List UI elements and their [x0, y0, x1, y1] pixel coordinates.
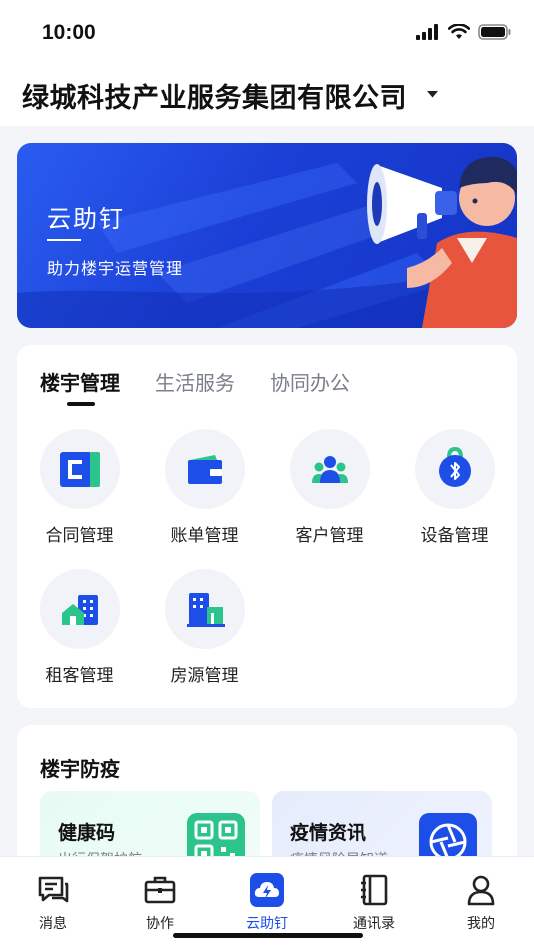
health-code-title: 健康码	[58, 822, 116, 844]
customers-icon	[289, 429, 370, 509]
briefcase-icon	[144, 876, 176, 904]
promo-banner[interactable]: 云助钉 助力楼宇运营管理	[17, 143, 517, 328]
profile-icon	[467, 875, 495, 906]
active-tab-indicator	[67, 402, 95, 406]
category-tabs: 楼宇管理 生活服务 协同办公	[40, 367, 385, 396]
status-bar: 10:00	[0, 0, 534, 66]
feature-label: 设备管理	[420, 526, 489, 546]
nav-label: 我的	[467, 916, 495, 932]
building-management-card: 楼宇管理 生活服务 协同办公 合同管理 账单管理 客户管理 设备管理 租客管理 …	[17, 345, 517, 708]
banner-title: 云助钉	[47, 205, 125, 233]
building-icon	[164, 569, 245, 649]
org-name: 绿城科技产业服务集团有限公司	[22, 83, 407, 114]
feature-label: 账单管理	[170, 526, 239, 546]
home-indicator[interactable]	[173, 933, 363, 938]
cloud-bolt-icon	[250, 873, 284, 907]
signal-icon	[416, 24, 438, 40]
status-icons	[416, 24, 512, 40]
tab-life-services[interactable]: 生活服务	[155, 367, 235, 396]
feature-device-management[interactable]: 设备管理	[392, 429, 517, 546]
tab-collaborative-office[interactable]: 协同办公	[270, 367, 350, 396]
banner-divider	[47, 239, 81, 241]
feature-label: 房源管理	[170, 666, 239, 686]
battery-icon	[478, 24, 511, 40]
section-title: 楼宇防疫	[40, 757, 120, 781]
feature-label: 租客管理	[45, 666, 114, 686]
contract-icon	[39, 429, 120, 509]
feature-label: 合同管理	[45, 526, 114, 546]
feature-label: 客户管理	[295, 526, 364, 546]
status-time: 10:00	[42, 21, 96, 44]
wallet-icon	[164, 429, 245, 509]
bluetooth-device-icon	[414, 429, 495, 509]
nav-label: 云助钉	[246, 916, 288, 932]
feature-bill-management[interactable]: 账单管理	[142, 429, 267, 546]
epidemic-news-title: 疫情资讯	[290, 822, 367, 844]
tenant-house-icon	[39, 569, 120, 649]
org-switcher[interactable]: 绿城科技产业服务集团有限公司	[0, 66, 534, 126]
contacts-book-icon	[361, 874, 388, 906]
megaphone-person-illustration	[367, 156, 517, 328]
wifi-icon	[448, 24, 470, 39]
tab-building-management[interactable]: 楼宇管理	[40, 367, 120, 396]
message-icon	[38, 876, 69, 903]
nav-label: 通讯录	[353, 916, 395, 932]
feature-property-management[interactable]: 房源管理	[142, 569, 267, 686]
feature-customer-management[interactable]: 客户管理	[267, 429, 392, 546]
caret-down-icon[interactable]	[427, 91, 438, 98]
feature-tenant-management[interactable]: 租客管理	[17, 569, 142, 686]
nav-profile[interactable]: 我的	[428, 857, 534, 950]
nav-messages[interactable]: 消息	[0, 857, 106, 950]
nav-label: 消息	[39, 916, 67, 932]
banner-subtitle: 助力楼宇运营管理	[47, 259, 184, 278]
feature-contract-management[interactable]: 合同管理	[17, 429, 142, 546]
nav-label: 协作	[146, 916, 174, 932]
